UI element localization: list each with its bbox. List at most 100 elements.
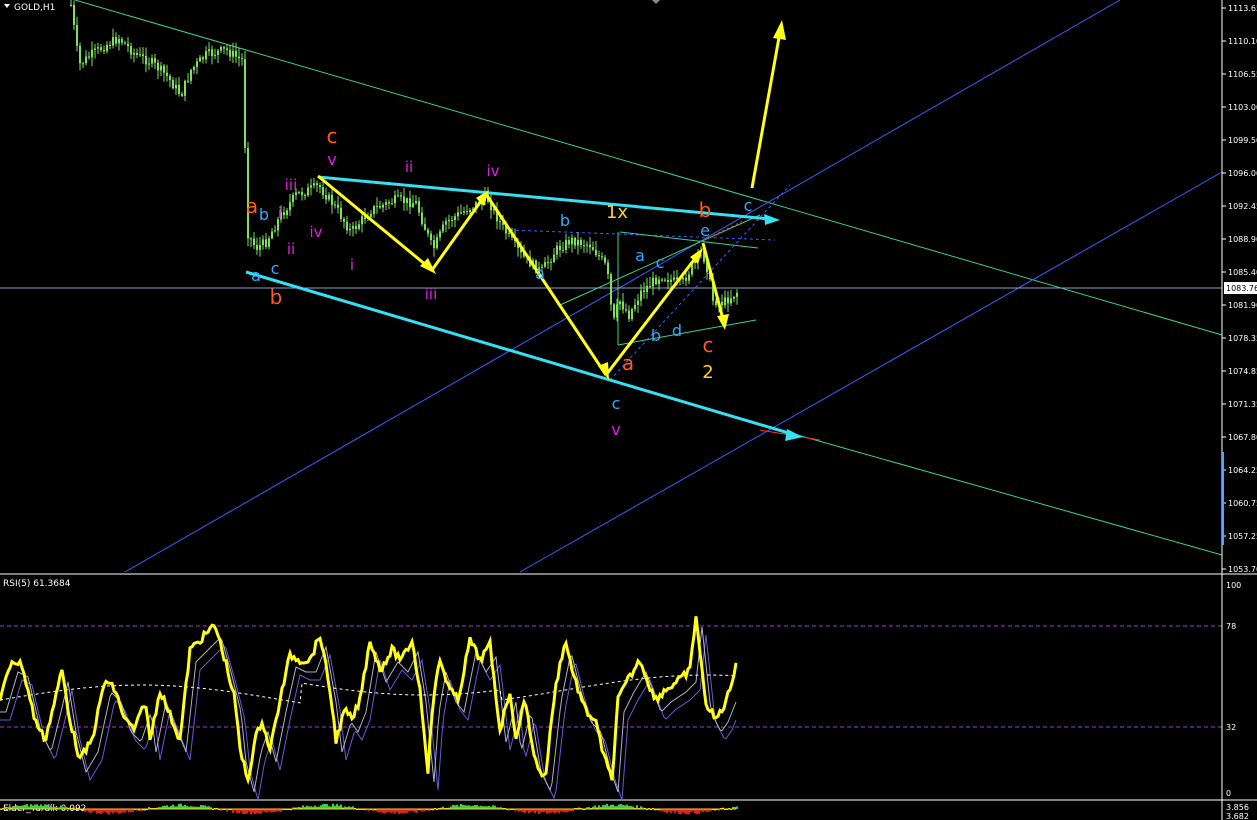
- oscillator-bar: [32, 805, 34, 809]
- candle-body: [160, 65, 162, 71]
- candle-body: [289, 202, 291, 211]
- wave-label: b: [651, 326, 661, 345]
- price-tick-label: 1081.90: [1228, 301, 1257, 310]
- candle-body: [256, 244, 258, 250]
- candle-body: [325, 195, 327, 200]
- candle-body: [592, 247, 594, 250]
- oscillator-bar: [696, 809, 698, 815]
- oscillator-bar: [666, 809, 668, 814]
- candle-body: [310, 185, 312, 188]
- candle-body: [331, 194, 333, 206]
- candle-body: [148, 63, 150, 65]
- oscillator-bar: [60, 805, 62, 809]
- candle-body: [103, 50, 105, 52]
- candle-body: [664, 279, 666, 281]
- oscillator-bar: [416, 809, 418, 813]
- candle-body: [316, 183, 318, 186]
- candle-body: [682, 277, 684, 280]
- price-tick-label: 1053.70: [1228, 565, 1257, 574]
- candle-body: [307, 187, 309, 196]
- oscillator-bar: [454, 805, 456, 809]
- candle-body: [655, 277, 657, 285]
- oscillator-bar: [606, 803, 608, 809]
- oscillator-bar: [694, 809, 696, 814]
- candle-body: [124, 42, 126, 44]
- candle-body: [727, 297, 729, 304]
- background: [0, 0, 1257, 820]
- oscillator-bar: [252, 809, 254, 813]
- candle-body: [433, 240, 435, 249]
- oscillator-bar: [172, 804, 174, 809]
- candle-body: [547, 262, 549, 264]
- candle-body: [79, 45, 81, 64]
- oscillator-bar: [314, 805, 316, 809]
- wave-label: a: [622, 351, 634, 375]
- oscillator-bar: [680, 809, 682, 815]
- candle-body: [151, 58, 153, 64]
- oscillator-bar: [204, 805, 206, 809]
- oscillator-bar: [636, 805, 638, 809]
- candle-body: [382, 204, 384, 208]
- oscillator-bar: [604, 805, 606, 809]
- oscillator-bar: [26, 804, 28, 809]
- candle-body: [163, 65, 165, 73]
- candle-body: [400, 195, 402, 197]
- oscillator-bar: [602, 805, 604, 809]
- candle-body: [439, 231, 441, 238]
- candle-body: [322, 187, 324, 196]
- candle-body: [172, 80, 174, 89]
- oscillator-bar: [332, 803, 334, 809]
- candle-body: [187, 80, 189, 82]
- candle-body: [136, 52, 138, 55]
- rsi-tick: 78: [1226, 622, 1236, 631]
- wave-label: a: [251, 266, 261, 285]
- chart-terminal[interactable]: c v a b i iii ii iv a c b i ii iii iv b …: [0, 0, 1257, 820]
- oscillator-bar: [256, 809, 258, 813]
- oscillator-bar: [686, 809, 688, 815]
- price-tick-label: 1110.10: [1228, 37, 1257, 46]
- candle-body: [595, 249, 597, 256]
- candle-body: [457, 212, 459, 217]
- rsi-tick: 100: [1226, 581, 1241, 590]
- candle-body: [619, 301, 621, 305]
- oscillator-bar: [250, 809, 252, 815]
- oscillator-bar: [116, 809, 118, 813]
- oscillator-bar: [236, 809, 238, 813]
- oscillator-bar: [464, 805, 466, 809]
- oscillator-bar: [468, 805, 470, 809]
- candle-body: [409, 198, 411, 208]
- oscillator-bar: [406, 809, 408, 814]
- wave-label: a: [246, 194, 258, 218]
- candle-body: [145, 55, 147, 65]
- oscillator-bar: [378, 809, 380, 813]
- oscillator-bar: [246, 809, 248, 814]
- price-tick-label: 1064.25: [1228, 466, 1257, 475]
- oscillator-bar: [540, 809, 542, 813]
- candle-body: [373, 206, 375, 214]
- candle-body: [466, 211, 468, 213]
- candle-body: [388, 202, 390, 204]
- candle-body: [127, 43, 129, 47]
- oscillator-bar: [688, 809, 690, 815]
- wave-label: iii: [285, 176, 298, 194]
- candle-body: [463, 211, 465, 213]
- oscillator-bar: [452, 804, 454, 809]
- oscillator-bar: [462, 804, 464, 809]
- candle-body: [223, 47, 225, 49]
- candle-body: [451, 219, 453, 221]
- wave-label: c: [703, 333, 714, 357]
- candle-body: [352, 226, 354, 229]
- candle-body: [649, 285, 651, 287]
- candle-body: [193, 66, 195, 70]
- candle-body: [217, 50, 219, 55]
- candle-body: [286, 210, 288, 216]
- price-tick-label: 1074.85: [1228, 367, 1257, 376]
- candle-body: [448, 219, 450, 222]
- candle-body: [358, 224, 360, 229]
- oscillator-bar: [402, 809, 404, 814]
- candle-body: [652, 277, 654, 287]
- candle-body: [205, 51, 207, 60]
- candle-body: [112, 37, 114, 46]
- candle-body: [208, 49, 210, 52]
- candle-body: [76, 24, 78, 46]
